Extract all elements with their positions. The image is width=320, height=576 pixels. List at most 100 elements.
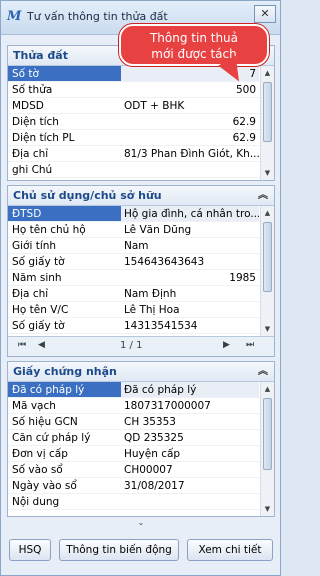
row-key: Địa chỉ bbox=[8, 146, 121, 161]
section-title: Giấy chứng nhận bbox=[13, 365, 117, 378]
row-key: ĐTSD bbox=[8, 206, 121, 221]
vertical-scrollbar[interactable]: ▲ ▼ bbox=[260, 206, 274, 336]
table-row[interactable]: Số giấy tờ 154643643643 bbox=[8, 254, 274, 270]
close-button[interactable]: ✕ bbox=[254, 5, 276, 23]
table-row[interactable]: Họ tên V/C Lê Thị Hoa bbox=[8, 302, 274, 318]
row-value: 62.9 bbox=[232, 116, 256, 128]
row-key: Số thửa bbox=[8, 82, 121, 97]
next-page-icon[interactable]: ▶ bbox=[223, 340, 230, 350]
row-key: Diện tích bbox=[8, 114, 121, 129]
scroll-thumb[interactable] bbox=[263, 222, 272, 292]
row-key: Đã có pháp lý bbox=[8, 382, 121, 397]
app-logo-icon: M bbox=[7, 9, 22, 24]
bien-dong-button[interactable]: Thông tin biến động bbox=[59, 539, 179, 561]
row-value: Nam Định bbox=[124, 288, 177, 300]
hsq-button[interactable]: HSQ bbox=[9, 539, 51, 561]
row-key: Đơn vị cấp bbox=[8, 446, 121, 461]
scroll-up-icon[interactable]: ▲ bbox=[261, 382, 274, 396]
scroll-down-icon[interactable]: ▼ bbox=[261, 322, 274, 336]
row-value: ODT + BHK bbox=[124, 100, 185, 112]
table-row[interactable]: Địa chỉ Nam Định bbox=[8, 286, 274, 302]
scroll-up-icon[interactable]: ▲ bbox=[261, 206, 274, 220]
row-key: Giới tính bbox=[8, 238, 121, 253]
row-key: Mã vạch bbox=[8, 398, 121, 413]
row-value: QD 235325 bbox=[124, 432, 184, 444]
table-row[interactable]: Diện tích PL 62.9 bbox=[8, 130, 274, 146]
collapse-up-icon[interactable]: ︽ bbox=[258, 362, 268, 382]
vertical-scrollbar[interactable]: ▲ ▼ bbox=[260, 66, 274, 180]
scroll-thumb[interactable] bbox=[263, 82, 272, 142]
row-value: 14313541534 bbox=[124, 320, 198, 332]
row-value: Huyện cấp bbox=[124, 448, 181, 460]
table-row[interactable]: Diện tích 62.9 bbox=[8, 114, 274, 130]
table-row[interactable]: Số vào sổ CH00007 bbox=[8, 462, 274, 478]
table-row[interactable]: Nội dung bbox=[8, 494, 274, 510]
row-key: Số hiệu GCN bbox=[8, 414, 121, 429]
splitter-handle-icon[interactable]: ⌄ bbox=[131, 518, 151, 528]
row-key: Diện tích PL bbox=[8, 130, 121, 145]
row-value: CH 35353 bbox=[124, 416, 176, 428]
prev-page-icon[interactable]: ◀ bbox=[38, 340, 45, 350]
row-key: Địa chỉ bbox=[8, 286, 121, 301]
row-key: Họ tên V/C bbox=[8, 302, 121, 317]
table-row[interactable]: Giới tính Nam bbox=[8, 238, 274, 254]
section-title: Chủ sử dụng/chủ sở hữu bbox=[13, 189, 162, 202]
table-row[interactable]: Số giấy tờ 14313541534 bbox=[8, 318, 274, 334]
row-value: 1985 bbox=[229, 272, 256, 284]
button-bar: HSQ Thông tin biến động Xem chi tiết bbox=[7, 535, 275, 565]
row-value bbox=[121, 162, 259, 177]
table-row[interactable]: Năm sinh 1985 bbox=[8, 270, 274, 286]
row-key: Căn cứ pháp lý bbox=[8, 430, 121, 445]
row-value: 31/08/2017 bbox=[124, 480, 185, 492]
row-value: Lê Văn Dũng bbox=[124, 224, 192, 236]
table-row[interactable]: Căn cứ pháp lý QD 235325 bbox=[8, 430, 274, 446]
section-giay-chung-nhan: Giấy chứng nhận ︽ Đã có pháp lý Đã có phá… bbox=[7, 361, 275, 517]
row-key: MDSD bbox=[8, 98, 121, 113]
table-row[interactable]: Ngày vào sổ 31/08/2017 bbox=[8, 478, 274, 494]
table-row[interactable]: Đơn vị cấp Huyện cấp bbox=[8, 446, 274, 462]
row-value: 500 bbox=[235, 84, 256, 96]
first-page-icon[interactable]: ⏮ bbox=[18, 340, 26, 350]
row-value bbox=[121, 494, 259, 509]
collapse-up-icon[interactable]: ︽ bbox=[258, 186, 268, 206]
row-key: Số giấy tờ bbox=[8, 254, 121, 269]
callout-line-1: Thông tin thuả bbox=[149, 31, 239, 45]
scroll-down-icon[interactable]: ▼ bbox=[261, 502, 274, 516]
tu-van-window: M Tư vấn thông tin thửa đất ✕ Thông tin … bbox=[0, 0, 281, 576]
row-key: Năm sinh bbox=[8, 270, 121, 285]
section-header-giay-chung-nhan[interactable]: Giấy chứng nhận ︽ bbox=[8, 362, 274, 382]
row-value: Hộ gia đình, cá nhân tro... bbox=[121, 206, 259, 221]
last-page-icon[interactable]: ⏭ bbox=[246, 340, 254, 350]
row-value: 81/3 Phan Đình Giót, Kh... bbox=[124, 148, 259, 160]
row-value: 62.9 bbox=[232, 132, 256, 144]
row-value: 154643643643 bbox=[124, 256, 205, 268]
table-row[interactable]: ĐTSD Hộ gia đình, cá nhân tro... bbox=[8, 206, 274, 222]
row-key: Số giấy tờ bbox=[8, 318, 121, 333]
table-row[interactable]: Địa chỉ 81/3 Phan Đình Giót, Kh... bbox=[8, 146, 274, 162]
callout-bubble: Thông tin thuả mới được tách bbox=[119, 24, 269, 66]
window-title: Tư vấn thông tin thửa đất bbox=[27, 10, 168, 23]
row-key: Số vào sổ bbox=[8, 462, 121, 477]
xem-chi-tiet-button[interactable]: Xem chi tiết bbox=[187, 539, 273, 561]
table-row[interactable]: Mã vạch 1807317000007 bbox=[8, 398, 274, 414]
table-row[interactable]: Đã có pháp lý Đã có pháp lý bbox=[8, 382, 274, 398]
table-row[interactable]: ghi Chú bbox=[8, 162, 274, 178]
row-key: ghi Chú bbox=[8, 162, 121, 177]
vertical-scrollbar[interactable]: ▲ ▼ bbox=[260, 382, 274, 516]
scroll-down-icon[interactable]: ▼ bbox=[261, 166, 274, 180]
section-chu-su-dung: Chủ sử dụng/chủ sở hữu ︽ ĐTSD Hộ gia đình… bbox=[7, 185, 275, 357]
scroll-thumb[interactable] bbox=[263, 398, 272, 470]
section-header-chu-su-dung[interactable]: Chủ sử dụng/chủ sở hữu ︽ bbox=[8, 186, 274, 206]
table-row[interactable]: Số thửa 500 bbox=[8, 82, 274, 98]
table-row[interactable]: MDSD ODT + BHK bbox=[8, 98, 274, 114]
table-row[interactable]: Số hiệu GCN CH 35353 bbox=[8, 414, 274, 430]
row-key: Họ tên chủ hộ bbox=[8, 222, 121, 237]
row-key: Ngày vào sổ bbox=[8, 478, 121, 493]
pager: ⏮ ◀ 1 / 1 ▶ ⏭ bbox=[8, 336, 274, 356]
table-row[interactable]: Họ tên chủ hộ Lê Văn Dũng bbox=[8, 222, 274, 238]
row-value: Nam bbox=[124, 240, 149, 252]
page-indicator: 1 / 1 bbox=[120, 340, 143, 351]
section-title: Thửa đất bbox=[13, 49, 68, 62]
row-key: Nội dung bbox=[8, 494, 121, 509]
scroll-up-icon[interactable]: ▲ bbox=[261, 66, 274, 80]
